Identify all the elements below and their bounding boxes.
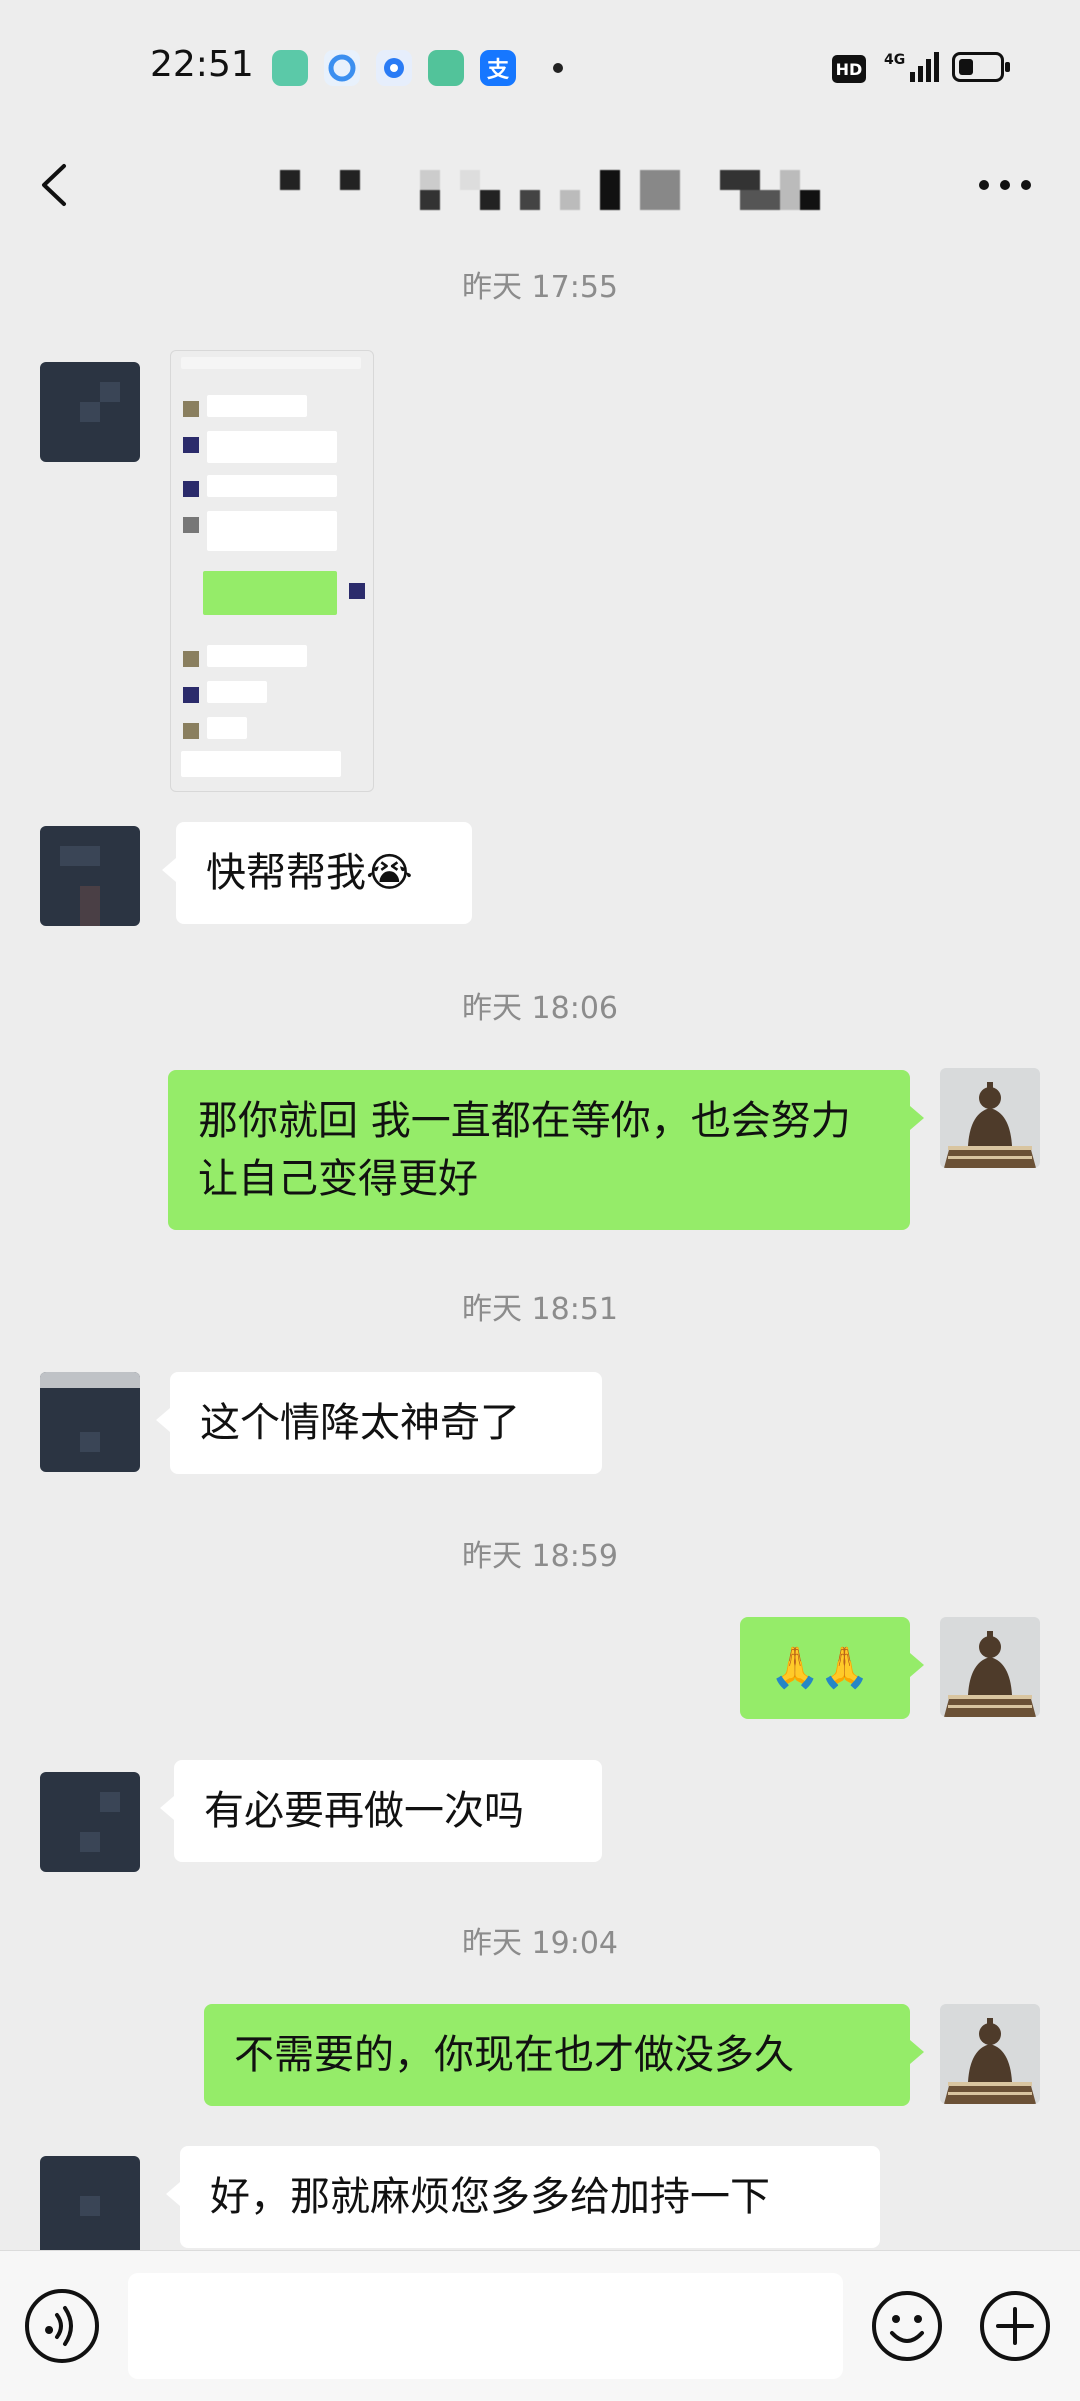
avatar[interactable] xyxy=(40,826,140,926)
plus-circle-icon xyxy=(980,2291,1050,2361)
emoji-button[interactable] xyxy=(870,2289,944,2363)
message-bubble-incoming[interactable]: 有必要再做一次吗 xyxy=(160,1760,602,1862)
avatar[interactable] xyxy=(940,1068,1040,1168)
message-bubble-outgoing[interactable]: 那你就回 我一直都在等你，也会努力让自己变得更好 xyxy=(168,1070,924,1230)
signal-icon: 4G xyxy=(884,50,940,90)
message-bubble-outgoing[interactable]: 🙏🙏 xyxy=(740,1617,924,1719)
more-dots-icon xyxy=(979,180,1031,190)
buddha-statue-avatar-image xyxy=(940,1068,1040,1168)
status-bar: 22:51 支 HD 4G xyxy=(0,0,1080,130)
message-bubble-incoming[interactable]: 好，那就麻烦您多多给加持一下 xyxy=(166,2146,880,2248)
svg-text:4G: 4G xyxy=(884,52,905,68)
browser-icon xyxy=(324,50,360,86)
buddha-statue-avatar-image xyxy=(940,1617,1040,1717)
chat-header xyxy=(0,130,1080,240)
more-button[interactable] xyxy=(970,155,1040,215)
avatar[interactable] xyxy=(40,362,140,462)
timestamp: 昨天 18:06 xyxy=(462,991,618,1026)
hd-badge: HD xyxy=(832,55,866,83)
green-app-icon xyxy=(272,50,308,86)
image-message[interactable] xyxy=(170,350,374,792)
blue-circle-app-icon xyxy=(376,50,412,86)
timestamp: 昨天 19:04 xyxy=(462,1926,618,1961)
avatar[interactable] xyxy=(940,1617,1040,1717)
chat-title-redacted xyxy=(180,145,880,225)
smiley-icon xyxy=(872,2291,942,2361)
voice-wave-icon xyxy=(45,2306,73,2346)
battery-icon xyxy=(952,52,1010,82)
timestamp: 昨天 17:55 xyxy=(462,270,618,305)
message-bubble-incoming[interactable]: 这个情降太神奇了 xyxy=(156,1372,602,1474)
alipay-icon: 支 xyxy=(480,50,516,86)
back-button[interactable] xyxy=(30,150,100,220)
more-functions-button[interactable] xyxy=(978,2289,1052,2363)
timestamp: 昨天 18:59 xyxy=(462,1539,618,1574)
input-bar xyxy=(0,2250,1080,2401)
status-time: 22:51 xyxy=(150,44,254,85)
message-input[interactable] xyxy=(128,2273,843,2379)
avatar[interactable] xyxy=(40,1772,140,1872)
timestamp: 昨天 18:51 xyxy=(462,1292,618,1327)
message-bubble-incoming[interactable]: 快帮帮我😭 xyxy=(162,822,472,924)
buddha-statue-avatar-image xyxy=(940,2004,1040,2104)
avatar[interactable] xyxy=(40,1372,140,1472)
avatar[interactable] xyxy=(940,2004,1040,2104)
chevron-left-icon xyxy=(42,164,66,206)
avatar[interactable] xyxy=(40,2156,140,2256)
green-cart-app-icon xyxy=(428,50,464,86)
voice-button[interactable] xyxy=(25,2289,99,2363)
message-bubble-outgoing[interactable]: 不需要的，你现在也才做没多久 xyxy=(204,2004,924,2106)
notification-dot xyxy=(553,63,563,73)
